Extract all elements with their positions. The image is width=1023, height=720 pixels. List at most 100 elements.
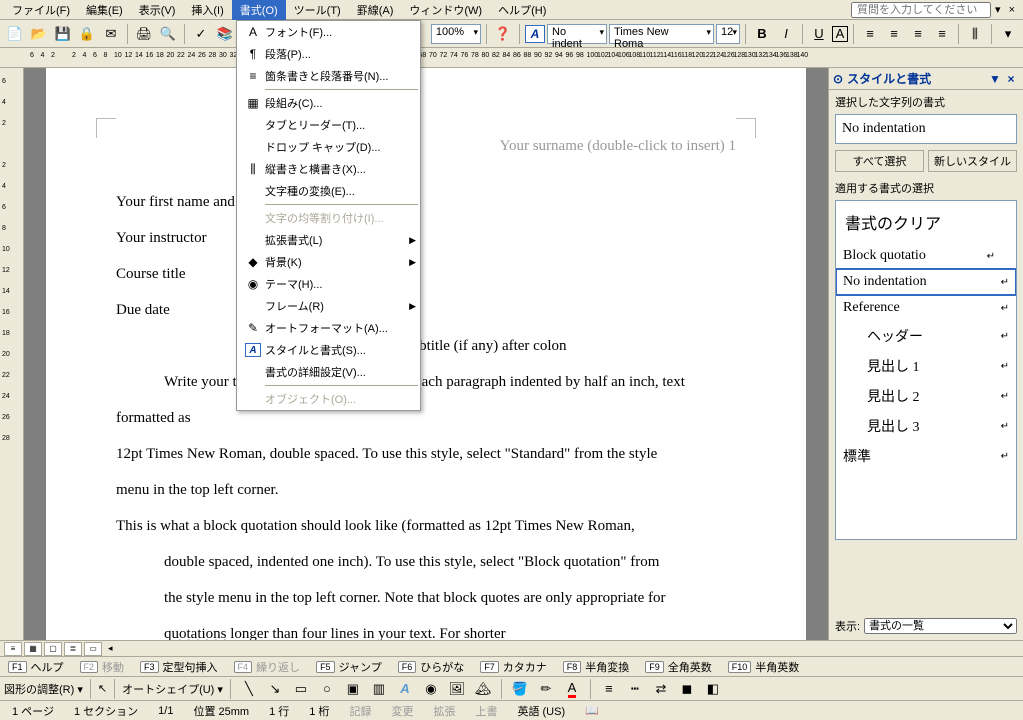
dropdown-icon[interactable]: ▼	[987, 72, 1003, 86]
font-combo[interactable]: Times New Roma	[609, 24, 714, 44]
print-icon[interactable]: 🖨	[133, 23, 155, 45]
fn-key-item[interactable]: F5ジャンプ	[316, 659, 382, 675]
document-line[interactable]: menu in the top left corner.	[116, 472, 736, 508]
fn-key-item[interactable]: F6ひらがな	[398, 659, 465, 675]
wordart-icon[interactable]: A	[394, 678, 416, 700]
styles-icon[interactable]: A	[525, 25, 545, 43]
bold-icon[interactable]: B	[751, 23, 773, 45]
shadow-icon[interactable]: ◼	[676, 678, 698, 700]
menu-item[interactable]: ▦段組み(C)...	[237, 92, 420, 114]
menu-item[interactable]: Aスタイルと書式(S)...	[237, 339, 420, 361]
fontsize-combo[interactable]: 12	[716, 24, 740, 44]
align-justify-icon[interactable]: ≡	[931, 23, 953, 45]
menu-item[interactable]: ✎オートフォーマット(A)...	[237, 317, 420, 339]
show-select[interactable]: 書式の一覧	[864, 618, 1017, 634]
style-list-item[interactable]: 見出し 1↵	[836, 351, 1016, 381]
style-combo[interactable]: No indent	[547, 24, 607, 44]
align-center-icon[interactable]: ≡	[883, 23, 905, 45]
style-list-item[interactable]: 見出し 3↵	[836, 411, 1016, 441]
document-line[interactable]: Course title	[116, 256, 736, 292]
close-icon[interactable]: ×	[1005, 4, 1019, 16]
save-icon[interactable]: 💾	[52, 23, 74, 45]
rectangle-icon[interactable]: ▭	[290, 678, 312, 700]
fn-key-item[interactable]: F7カタカナ	[480, 659, 547, 675]
menu-file[interactable]: ファイル(F)	[4, 0, 78, 20]
align-left-icon[interactable]: ≡	[859, 23, 881, 45]
menu-item[interactable]: ¶段落(P)...	[237, 43, 420, 65]
book-icon[interactable]: 📖	[585, 704, 599, 717]
fn-key-item[interactable]: F8半角変換	[563, 659, 630, 675]
preview-icon[interactable]: 🔍	[157, 23, 179, 45]
menu-item[interactable]: フレーム(R)▶	[237, 295, 420, 317]
horizontal-ruler[interactable]: 6422468101214161820222426283032343638404…	[0, 48, 1023, 68]
fn-key-item[interactable]: F3定型句挿入	[140, 659, 218, 675]
menu-item[interactable]: タブとリーダー(T)...	[237, 114, 420, 136]
style-list-item[interactable]: No indentation↵	[836, 269, 1016, 295]
fn-key-item[interactable]: F4繰り返し	[234, 659, 301, 675]
arrow-style-icon[interactable]: ⇄	[650, 678, 672, 700]
new-doc-icon[interactable]: 📄	[4, 23, 26, 45]
fn-key-item[interactable]: F10半角英数	[728, 659, 800, 675]
research-icon[interactable]: 📚	[214, 23, 236, 45]
3d-icon[interactable]: ◧	[702, 678, 724, 700]
vertical-ruler[interactable]: 642246810121416182022242628	[0, 68, 24, 640]
line-style-icon[interactable]: ≡	[598, 678, 620, 700]
picture-icon[interactable]: 🏔	[472, 678, 494, 700]
document-line[interactable]: Due date	[116, 292, 736, 328]
menu-item[interactable]: ◆背景(K)▶	[237, 251, 420, 273]
menu-view[interactable]: 表示(V)	[131, 0, 184, 20]
arrow-icon[interactable]: ↘	[264, 678, 286, 700]
select-objects-icon[interactable]: ↖	[98, 682, 107, 695]
align-right-icon[interactable]: ≡	[907, 23, 929, 45]
extend-mode[interactable]: 拡張	[433, 703, 455, 719]
document-line[interactable]: quotations longer than four lines in you…	[116, 616, 736, 640]
document-line[interactable]: Write your text here, with the first lin…	[116, 364, 736, 436]
menu-item[interactable]: 文字種の変換(E)...	[237, 180, 420, 202]
fill-color-icon[interactable]: 🪣	[509, 678, 531, 700]
email-icon[interactable]: ✉	[100, 23, 122, 45]
menu-item[interactable]: Aフォント(F)...	[237, 21, 420, 43]
menu-table[interactable]: 罫線(A)	[349, 0, 402, 20]
italic-icon[interactable]: I	[775, 23, 797, 45]
draw-menu[interactable]: 図形の調整(R) ▾	[4, 681, 83, 697]
page-header[interactable]: Your surname (double-click to insert) 1	[116, 128, 736, 164]
clipart-icon[interactable]: 🖼	[446, 678, 468, 700]
menu-item[interactable]: 拡張書式(L)▶	[237, 229, 420, 251]
help-dropdown-icon[interactable]: ▾	[991, 3, 1005, 16]
style-list-item[interactable]: 書式のクリア	[836, 201, 1016, 243]
document-line[interactable]: Your instructor	[116, 220, 736, 256]
menu-help[interactable]: ヘルプ(H)	[490, 0, 554, 20]
language[interactable]: 英語 (US)	[517, 703, 565, 719]
style-list-item[interactable]: Reference↵	[836, 295, 1016, 321]
fn-key-item[interactable]: F1ヘルプ	[8, 659, 64, 675]
zoom-combo[interactable]: 100%	[431, 24, 481, 44]
document-line[interactable]: Title of your paper: subtitle (if any) a…	[116, 328, 736, 364]
fn-key-item[interactable]: F9全角英数	[645, 659, 712, 675]
style-list-item[interactable]: 標準↵	[836, 441, 1016, 471]
menu-tools[interactable]: ツール(T)	[286, 0, 349, 20]
style-list-item[interactable]: Block quotatio↵	[836, 243, 1016, 269]
reading-view-icon[interactable]: ▭	[84, 642, 102, 656]
fn-key-item[interactable]: F2移動	[80, 659, 125, 675]
normal-view-icon[interactable]: ≡	[4, 642, 22, 656]
style-list-item[interactable]: 見出し 2↵	[836, 381, 1016, 411]
menu-insert[interactable]: 挿入(I)	[183, 0, 231, 20]
overwrite-mode[interactable]: 上書	[475, 703, 497, 719]
font-color-icon[interactable]: A	[561, 678, 583, 700]
document-line[interactable]: the style menu in the top left corner. N…	[116, 580, 736, 616]
document-line[interactable]: This is what a block quotation should lo…	[116, 508, 736, 544]
track-changes[interactable]: 変更	[391, 703, 413, 719]
dash-style-icon[interactable]: ┅	[624, 678, 646, 700]
menu-item[interactable]: 書式の詳細設定(V)...	[237, 361, 420, 383]
open-icon[interactable]: 📂	[28, 23, 50, 45]
textbox-icon[interactable]: ▣	[342, 678, 364, 700]
menu-item[interactable]: ⫼縦書きと横書き(X)...	[237, 158, 420, 180]
web-view-icon[interactable]: ▦	[24, 642, 42, 656]
menu-format[interactable]: 書式(O)	[232, 0, 286, 20]
style-list-item[interactable]: ヘッダー↵	[836, 321, 1016, 351]
scroll-left-icon[interactable]: ◂	[108, 643, 113, 654]
help-search-input[interactable]	[851, 2, 991, 18]
current-style-box[interactable]: No indentation	[835, 114, 1017, 144]
document-line[interactable]: 12pt Times New Roman, double spaced. To …	[116, 436, 736, 472]
spellcheck-icon[interactable]: ✓	[190, 23, 212, 45]
